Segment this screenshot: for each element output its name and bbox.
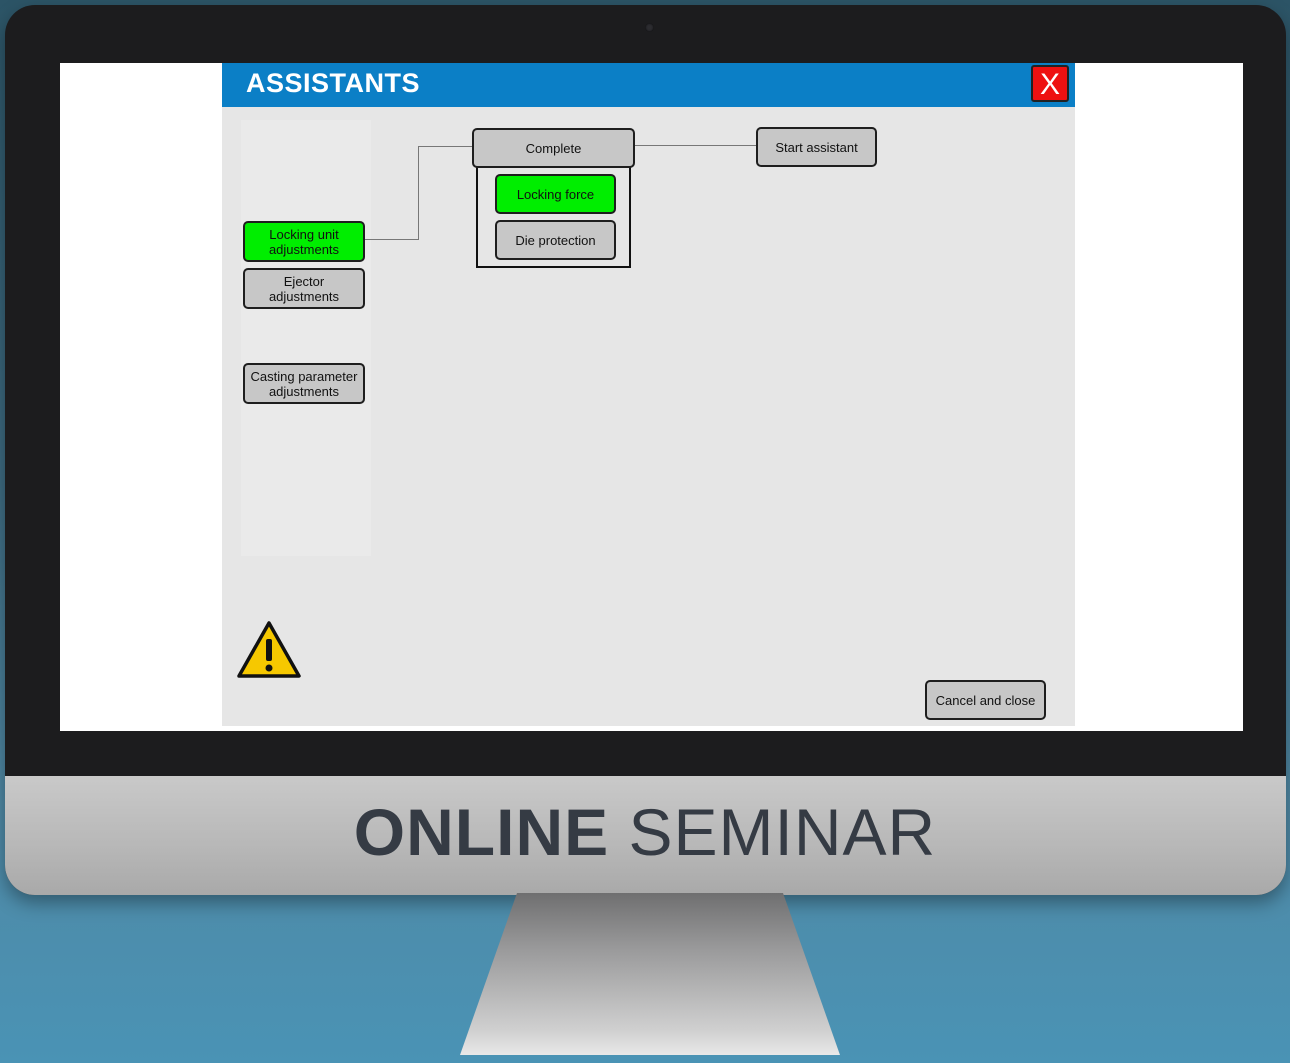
complete-label: Complete xyxy=(525,140,582,156)
sidebar-item-label: Casting parameter adjustments xyxy=(250,368,358,399)
sidebar-item-label: Ejector adjustments xyxy=(268,273,340,304)
screen: ASSISTANTS X Locking unit adjustments Ej… xyxy=(60,63,1243,731)
close-button[interactable]: X xyxy=(1031,65,1069,102)
cancel-and-close-button[interactable]: Cancel and close xyxy=(925,680,1046,720)
sidebar-item-label: Locking unit adjustments xyxy=(268,226,340,257)
brand-light: SEMINAR xyxy=(628,795,937,869)
connector-line xyxy=(635,145,756,146)
start-assistant-button[interactable]: Start assistant xyxy=(756,127,877,167)
assistants-dialog: ASSISTANTS X Locking unit adjustments Ej… xyxy=(222,63,1075,726)
connector-line xyxy=(365,239,419,240)
brand-bold: ONLINE xyxy=(353,795,610,869)
complete-button[interactable]: Complete xyxy=(472,128,635,168)
online-seminar-brand: ONLINE SEMINAR xyxy=(0,797,1290,867)
die-protection-button[interactable]: Die protection xyxy=(495,220,616,260)
sidebar-item-casting-parameter[interactable]: Casting parameter adjustments xyxy=(243,363,365,404)
connector-line xyxy=(418,146,419,240)
dialog-title: ASSISTANTS xyxy=(246,68,421,98)
sidebar-item-locking-unit[interactable]: Locking unit adjustments xyxy=(243,221,365,262)
monitor-bezel: ASSISTANTS X Locking unit adjustments Ej… xyxy=(5,5,1286,895)
warning-icon xyxy=(236,620,302,680)
sidebar-item-ejector[interactable]: Ejector adjustments xyxy=(243,268,365,309)
close-icon: X xyxy=(1039,68,1060,101)
locking-force-button[interactable]: Locking force xyxy=(495,174,616,214)
locking-force-label: Locking force xyxy=(516,186,595,202)
sidebar-panel xyxy=(241,120,371,556)
start-assistant-label: Start assistant xyxy=(775,139,858,155)
die-protection-label: Die protection xyxy=(515,232,596,248)
connector-line xyxy=(418,146,473,147)
monitor-stand xyxy=(460,893,840,1055)
title-bar: ASSISTANTS X xyxy=(222,63,1075,107)
cancel-label: Cancel and close xyxy=(935,692,1036,708)
camera xyxy=(645,23,654,32)
